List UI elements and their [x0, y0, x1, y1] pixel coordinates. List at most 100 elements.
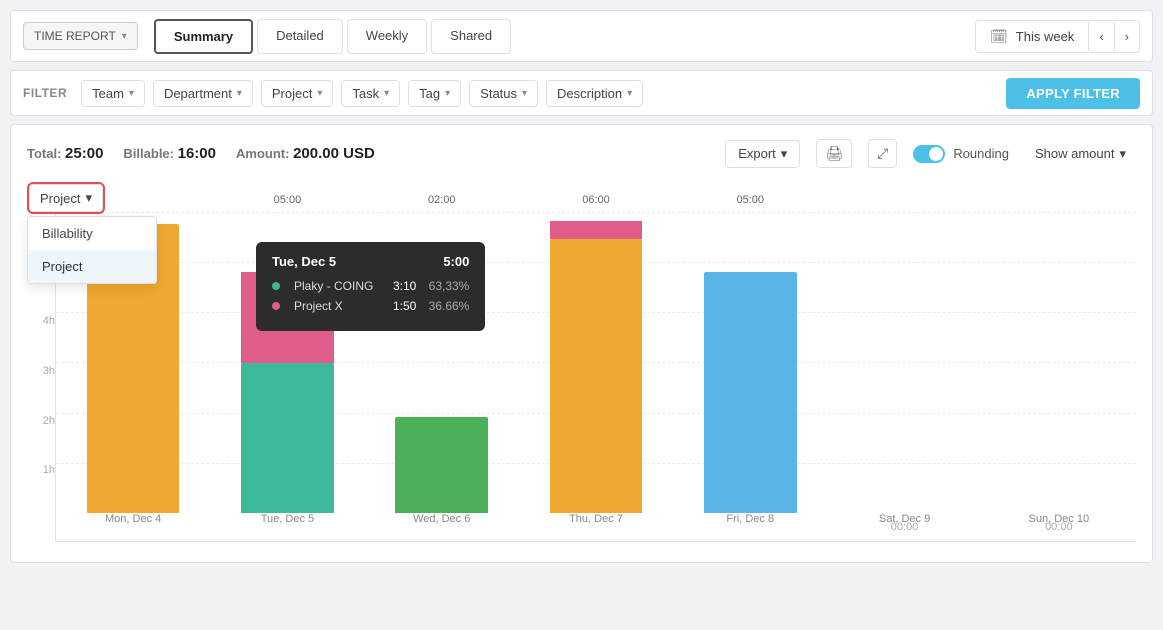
day-col-fri: 05:00 — [673, 212, 827, 513]
x-label-fri: Fri, Dec 8 — [673, 513, 827, 541]
date-picker[interactable]: 🗓 This week ‹ › — [975, 20, 1140, 53]
bar-label-tue: 05:00 — [274, 194, 302, 206]
share-button[interactable]: ⤢ — [868, 139, 897, 168]
tag-chevron: ▾ — [445, 88, 450, 99]
date-next-button[interactable]: › — [1114, 22, 1139, 51]
bar-segment-tue-teal — [241, 363, 334, 514]
x-label-thu: Thu, Dec 7 — [519, 513, 673, 541]
bar-segment-fri-blue — [704, 272, 797, 513]
date-prev-button[interactable]: ‹ — [1088, 22, 1113, 51]
tooltip-time-2: 1:50 — [381, 299, 416, 313]
x-label-sat: Sat, Dec 9 — [827, 513, 981, 541]
day-col-thu: 06:00 — [519, 212, 673, 513]
tab-detailed[interactable]: Detailed — [257, 19, 343, 54]
group-by-chevron: ▾ — [85, 190, 92, 206]
filter-department[interactable]: Department ▾ — [153, 80, 253, 107]
x-label-sun: Sun, Dec 10 — [982, 513, 1136, 541]
bars-row: 05:00 02:00 — [56, 212, 1136, 513]
rounding-toggle[interactable] — [913, 145, 945, 163]
share-icon: ⤢ — [877, 145, 888, 162]
show-amount-button[interactable]: Show amount ▾ — [1025, 141, 1136, 167]
tooltip-pct-2: 36.66% — [424, 299, 469, 313]
show-amount-label: Show amount — [1035, 146, 1115, 161]
filter-description[interactable]: Description ▾ — [546, 80, 643, 107]
date-value: This week — [1016, 29, 1075, 44]
time-report-chevron: ▾ — [122, 31, 127, 42]
bar-stack-fri: 05:00 — [704, 212, 797, 513]
day-col-sat: 00:00 — [827, 212, 981, 513]
filter-label: FILTER — [23, 86, 67, 100]
department-chevron: ▾ — [237, 88, 242, 99]
tooltip-name-2: Project X — [294, 299, 373, 313]
export-chevron: ▾ — [781, 146, 788, 162]
bar-stack-sun: 00:00 — [1013, 212, 1106, 513]
bar-segment-thu-pink — [550, 221, 643, 239]
tooltip-row-2: Project X 1:50 36.66% — [272, 299, 469, 313]
x-label-mon: Mon, Dec 4 — [56, 513, 210, 541]
print-button[interactable]: 🖨 — [816, 139, 852, 168]
rounding-toggle-wrap: Rounding — [913, 145, 1009, 163]
print-icon: 🖨 — [825, 145, 843, 162]
filter-status[interactable]: Status ▾ — [469, 80, 538, 107]
filter-tag[interactable]: Tag ▾ — [408, 80, 461, 107]
y-label-4h: 4h — [27, 315, 55, 327]
tooltip-header: Tue, Dec 5 5:00 — [272, 254, 469, 269]
calendar-icon: 🗓 — [990, 28, 1008, 45]
bar-label-thu: 06:00 — [582, 194, 610, 206]
tab-weekly[interactable]: Weekly — [347, 19, 427, 54]
tooltip-date: Tue, Dec 5 — [272, 254, 336, 269]
stat-total: Total: 25:00 — [27, 145, 103, 162]
main-area: Total: 25:00 Billable: 16:00 Amount: 200… — [10, 124, 1153, 563]
group-by-button[interactable]: Project ▾ — [29, 184, 103, 212]
top-bar: TIME REPORT ▾ Summary Detailed Weekly Sh… — [10, 10, 1153, 62]
chart-section: Project ▾ Billability Project 6h 5h — [27, 182, 1136, 542]
dropdown-item-billability[interactable]: Billability — [28, 217, 156, 250]
show-amount-chevron: ▾ — [1119, 146, 1126, 162]
x-label-tue: Tue, Dec 5 — [210, 513, 364, 541]
time-report-button[interactable]: TIME REPORT ▾ — [23, 22, 138, 50]
export-label: Export — [738, 146, 776, 161]
bar-label-fri: 05:00 — [737, 194, 765, 206]
date-picker-input: 🗓 This week — [976, 21, 1088, 52]
stats-row: Total: 25:00 Billable: 16:00 Amount: 200… — [27, 139, 1136, 168]
tooltip-dot-1 — [272, 282, 280, 290]
export-button[interactable]: Export ▾ — [725, 140, 800, 168]
stat-billable: Billable: 16:00 — [123, 145, 216, 162]
tooltip-dot-2 — [272, 302, 280, 310]
status-chevron: ▾ — [522, 88, 527, 99]
filter-project[interactable]: Project ▾ — [261, 80, 334, 107]
group-by-label: Project — [40, 191, 80, 206]
apply-filter-button[interactable]: APPLY FILTER — [1006, 78, 1140, 109]
chart-tooltip: Tue, Dec 5 5:00 Plaky - COING 3:10 63,33… — [256, 242, 485, 331]
bar-label-wed: 02:00 — [428, 194, 456, 206]
tooltip-row-1: Plaky - COING 3:10 63,33% — [272, 279, 469, 293]
filter-team[interactable]: Team ▾ — [81, 80, 145, 107]
dropdown-item-project[interactable]: Project — [28, 250, 156, 283]
bar-stack-thu: 06:00 — [550, 212, 643, 513]
chart-wrap: 6h 5h 4h 3h 2h 1h — [27, 182, 1136, 542]
bar-stack-sat: 00:00 — [858, 212, 951, 513]
stats-right: Export ▾ 🖨 ⤢ Rounding Show amount — [725, 139, 1136, 168]
x-label-wed: Wed, Dec 6 — [365, 513, 519, 541]
filter-task[interactable]: Task ▾ — [341, 80, 400, 107]
group-dropdown-menu: Billability Project — [27, 216, 157, 284]
tooltip-time-1: 3:10 — [381, 279, 416, 293]
bars-container: 05:00 02:00 — [55, 212, 1136, 542]
rounding-label: Rounding — [953, 146, 1009, 161]
tooltip-pct-1: 63,33% — [424, 279, 469, 293]
y-label-3h: 3h — [27, 365, 55, 377]
stat-amount: Amount: 200.00 USD — [236, 145, 375, 162]
nav-tabs: Summary Detailed Weekly Shared — [154, 19, 515, 54]
tooltip-total: 5:00 — [443, 254, 469, 269]
bar-segment-thu-orange — [550, 239, 643, 513]
group-dropdown: Project ▾ Billability Project — [27, 182, 105, 214]
bar-segment-wed-green — [395, 417, 488, 513]
day-col-sun: 00:00 — [982, 212, 1136, 513]
group-dropdown-container: Project ▾ Billability Project — [27, 182, 105, 214]
tab-shared[interactable]: Shared — [431, 19, 511, 54]
time-report-label: TIME REPORT — [34, 29, 116, 43]
toggle-knob — [929, 147, 943, 161]
description-chevron: ▾ — [627, 88, 632, 99]
y-label-2h: 2h — [27, 415, 55, 427]
tab-summary[interactable]: Summary — [154, 19, 253, 54]
